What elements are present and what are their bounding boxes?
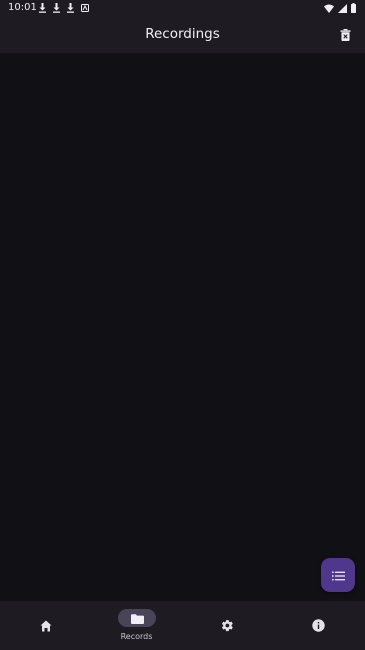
nav-item-settings[interactable]	[182, 601, 273, 650]
nav-item-home[interactable]	[0, 601, 91, 650]
gear-icon	[221, 617, 234, 636]
system-status-icons	[324, 2, 356, 14]
info-icon	[312, 617, 325, 636]
list-fab-button[interactable]	[321, 558, 355, 592]
folder-icon	[130, 609, 144, 628]
download-icon	[52, 3, 61, 13]
list-icon	[331, 566, 345, 585]
active-indicator	[118, 609, 156, 627]
delete-all-button[interactable]	[334, 24, 356, 46]
app-notification-icon	[80, 3, 89, 13]
delete-icon	[340, 26, 351, 45]
status-time: 10:01	[8, 2, 37, 13]
wifi-icon	[324, 4, 334, 13]
status-bar: 10:01	[0, 0, 365, 16]
battery-icon	[351, 3, 356, 13]
home-icon	[40, 617, 52, 636]
notification-icons	[38, 2, 89, 14]
download-icon	[66, 3, 75, 13]
nav-item-records[interactable]: Records	[91, 601, 182, 650]
recordings-list	[0, 53, 365, 601]
download-icon	[38, 3, 47, 13]
bottom-navigation: Records	[0, 601, 365, 650]
signal-icon	[338, 3, 347, 13]
page-title: Recordings	[145, 26, 220, 42]
nav-label-records: Records	[120, 632, 153, 641]
nav-item-about[interactable]	[273, 601, 364, 650]
recordings-screen: 10:01 Recordings Records	[0, 0, 365, 650]
app-bar: Recordings	[0, 16, 365, 53]
